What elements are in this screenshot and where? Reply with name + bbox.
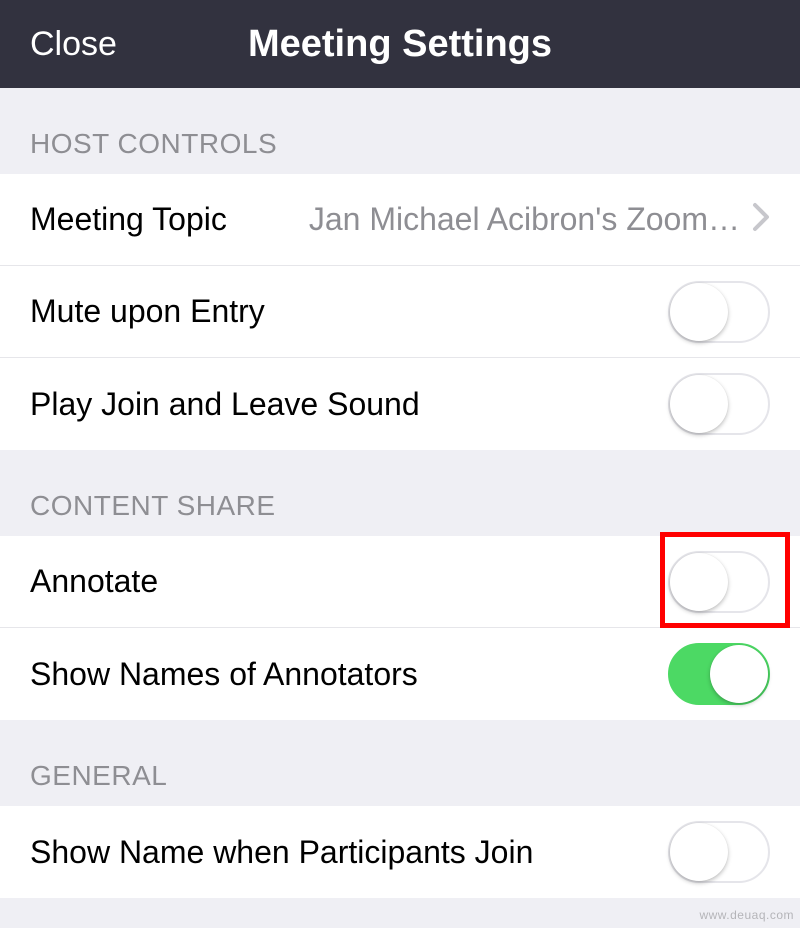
toggle-knob: [670, 553, 728, 611]
toggle-show-names-annotators[interactable]: [668, 643, 770, 705]
toggle-mute-upon-entry[interactable]: [668, 281, 770, 343]
toggle-show-name-participants-join[interactable]: [668, 821, 770, 883]
group-host-controls: Meeting Topic Jan Michael Acibron's Zoom…: [0, 174, 800, 450]
section-header-host-controls: HOST CONTROLS: [0, 88, 800, 174]
toggle-knob: [670, 283, 728, 341]
row-value-meeting-topic: Jan Michael Acibron's Zoom…: [247, 201, 740, 238]
row-label-mute-upon-entry: Mute upon Entry: [30, 293, 265, 330]
row-label-annotate: Annotate: [30, 563, 158, 600]
row-show-name-participants-join: Show Name when Participants Join: [0, 806, 800, 898]
toggle-annotate[interactable]: [668, 551, 770, 613]
row-show-names-annotators: Show Names of Annotators: [0, 628, 800, 720]
toggle-knob: [710, 645, 768, 703]
row-annotate: Annotate: [0, 536, 800, 628]
row-meeting-topic[interactable]: Meeting Topic Jan Michael Acibron's Zoom…: [0, 174, 800, 266]
toggle-knob: [670, 823, 728, 881]
group-content-share: Annotate Show Names of Annotators: [0, 536, 800, 720]
watermark: www.deuaq.com: [699, 908, 794, 922]
close-button[interactable]: Close: [30, 25, 117, 64]
page-title: Meeting Settings: [0, 23, 800, 66]
chevron-right-icon: [752, 202, 770, 237]
row-play-join-leave-sound: Play Join and Leave Sound: [0, 358, 800, 450]
group-general: Show Name when Participants Join: [0, 806, 800, 898]
section-header-content-share: CONTENT SHARE: [0, 450, 800, 536]
toggle-knob: [670, 375, 728, 433]
toggle-play-join-leave-sound[interactable]: [668, 373, 770, 435]
section-header-general: GENERAL: [0, 720, 800, 806]
header-bar: Close Meeting Settings: [0, 0, 800, 88]
row-mute-upon-entry: Mute upon Entry: [0, 266, 800, 358]
row-label-meeting-topic: Meeting Topic: [30, 201, 227, 238]
row-label-show-names-annotators: Show Names of Annotators: [30, 656, 418, 693]
row-label-play-join-leave-sound: Play Join and Leave Sound: [30, 386, 420, 423]
row-label-show-name-participants-join: Show Name when Participants Join: [30, 834, 533, 871]
